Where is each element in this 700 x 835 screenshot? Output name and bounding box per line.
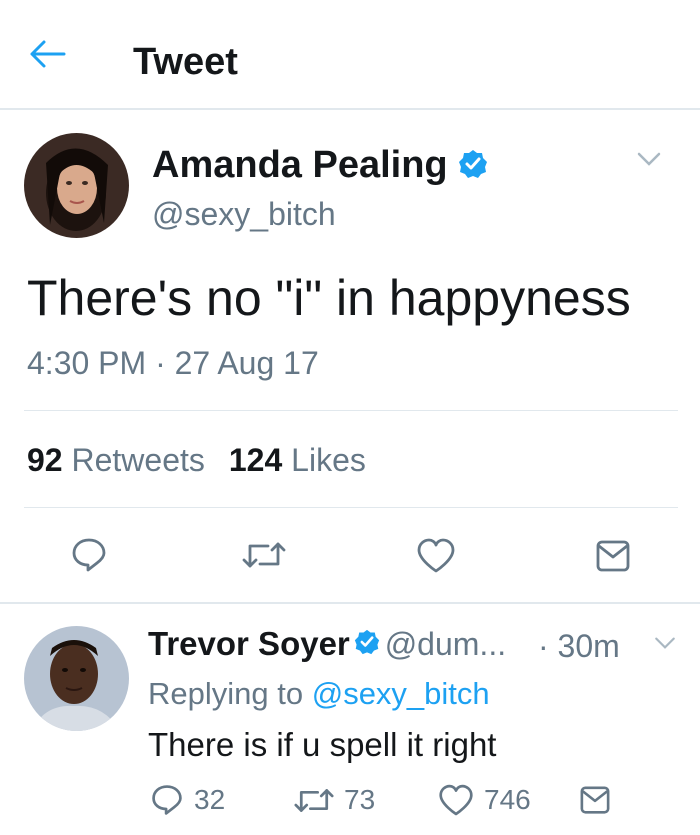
like-button[interactable] [416, 538, 456, 579]
divider [24, 410, 678, 411]
reply-text: There is if u spell it right [148, 726, 497, 763]
like-icon [439, 784, 473, 815]
share-icon [596, 540, 630, 572]
reply-count: 32 [194, 784, 226, 815]
reply-age[interactable]: · 30m [538, 624, 620, 668]
retweets-stat[interactable]: 92 Retweets [27, 442, 205, 478]
reply-retweet-count: 73 [344, 784, 376, 815]
chevron-down-icon[interactable] [637, 151, 661, 172]
retweets-label: Retweets [71, 442, 205, 478]
reply-share-button[interactable] [580, 782, 610, 818]
verified-badge-icon [354, 629, 380, 673]
replying-to-link[interactable]: @sexy_bitch [312, 676, 490, 711]
reply-author-handle[interactable]: @dum... [385, 626, 506, 662]
retweet-icon [294, 788, 334, 812]
page-title: Tweet [133, 41, 238, 83]
reply-like-count: 746 [484, 784, 531, 815]
share-button[interactable] [596, 540, 630, 577]
reply-icon [72, 538, 106, 572]
reply-reply-button[interactable]: 32 [150, 782, 225, 818]
back-arrow-icon[interactable] [28, 38, 68, 70]
reply-author-name[interactable]: Trevor Soyer [148, 625, 350, 662]
like-icon [417, 538, 455, 573]
replying-prefix: Replying to [148, 676, 304, 711]
likes-label: Likes [291, 442, 366, 478]
author-name[interactable]: Amanda Pealing [152, 144, 448, 186]
reply-like-button[interactable]: 746 [438, 782, 531, 818]
divider [24, 507, 678, 508]
tweet-text: There's no "i" in happyness [27, 270, 631, 326]
tweet-timestamp: 4:30 PM · 27 Aug 17 [27, 345, 319, 381]
chevron-down-icon[interactable] [654, 636, 676, 655]
author-name-row[interactable]: Amanda Pealing [152, 143, 488, 189]
retweet-button[interactable] [242, 538, 286, 577]
retweet-icon [242, 542, 286, 568]
likes-stat[interactable]: 124 Likes [229, 442, 366, 478]
retweets-count: 92 [27, 442, 63, 478]
author-handle[interactable]: @sexy_bitch [152, 194, 336, 234]
divider [0, 602, 700, 604]
verified-badge-icon [458, 145, 488, 189]
avatar[interactable] [24, 133, 129, 238]
reply-avatar[interactable] [24, 626, 129, 731]
likes-count: 124 [228, 442, 283, 478]
reply-icon [152, 785, 182, 815]
share-icon [580, 786, 610, 814]
reply-author-row[interactable]: Trevor Soyer @dum... [148, 622, 506, 673]
top-bar: Tweet [0, 0, 700, 110]
reply-button[interactable] [70, 536, 108, 579]
replying-to: Replying to @sexy_bitch [148, 674, 490, 714]
tweet-stats: 92 Retweets 124 Likes [27, 440, 366, 480]
reply-retweet-button[interactable]: 73 [294, 782, 375, 818]
